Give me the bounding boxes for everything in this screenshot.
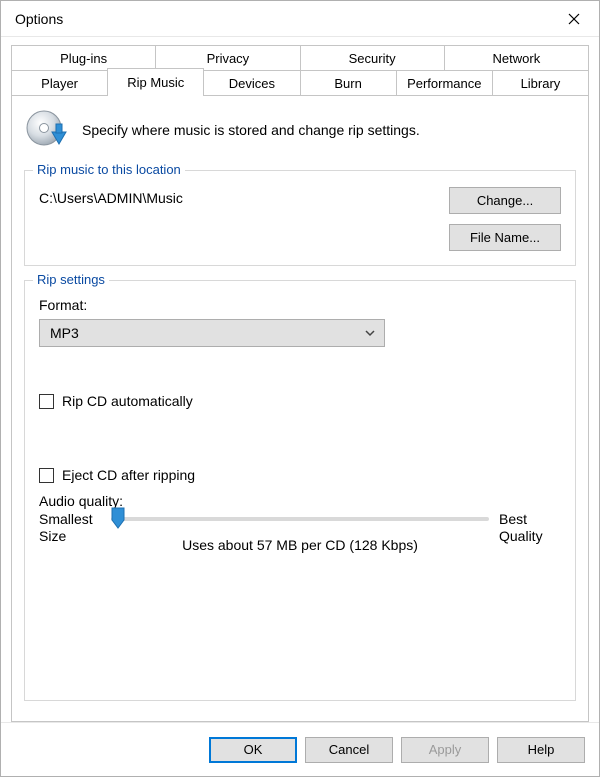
titlebar: Options	[1, 1, 599, 37]
tab-performance[interactable]: Performance	[396, 70, 493, 96]
file-name-button[interactable]: File Name...	[449, 224, 561, 251]
eject-checkbox[interactable]	[39, 468, 54, 483]
apply-button: Apply	[401, 737, 489, 763]
rip-auto-row: Rip CD automatically	[39, 393, 561, 409]
help-button[interactable]: Help	[497, 737, 585, 763]
change-location-button[interactable]: Change...	[449, 187, 561, 214]
rip-disc-icon	[24, 108, 68, 152]
format-dropdown-value: MP3	[50, 325, 79, 341]
close-icon	[568, 13, 580, 25]
tab-security[interactable]: Security	[300, 45, 445, 71]
tab-player[interactable]: Player	[11, 70, 108, 96]
slider-label-smallest: Smallest Size	[39, 511, 101, 545]
window-title: Options	[15, 11, 63, 27]
tab-control: Plug-ins Privacy Security Network Player…	[11, 45, 589, 722]
tab-devices[interactable]: Devices	[203, 70, 300, 96]
ok-button[interactable]: OK	[209, 737, 297, 763]
audio-quality-slider-wrap: Smallest Size Uses abou	[39, 511, 561, 553]
format-label: Format:	[39, 297, 561, 313]
dialog-button-bar: OK Cancel Apply Help	[1, 722, 599, 776]
audio-quality-slider-track[interactable]	[111, 517, 489, 521]
header-description: Specify where music is stored and change…	[82, 122, 420, 138]
audio-quality-info: Uses about 57 MB per CD (128 Kbps)	[111, 537, 489, 553]
tab-network[interactable]: Network	[444, 45, 589, 71]
tab-burn[interactable]: Burn	[300, 70, 397, 96]
chevron-down-icon	[364, 327, 376, 339]
rip-location-path: C:\Users\ADMIN\Music	[39, 187, 183, 206]
tab-panel-rip-music: Specify where music is stored and change…	[11, 95, 589, 722]
slider-label-best: Best Quality	[499, 511, 561, 545]
rip-auto-checkbox[interactable]	[39, 394, 54, 409]
eject-label: Eject CD after ripping	[62, 467, 195, 483]
rip-auto-label: Rip CD automatically	[62, 393, 193, 409]
tab-library[interactable]: Library	[492, 70, 589, 96]
cancel-button[interactable]: Cancel	[305, 737, 393, 763]
close-button[interactable]	[559, 7, 589, 31]
eject-row: Eject CD after ripping	[39, 467, 561, 483]
group-rip-location-legend: Rip music to this location	[33, 162, 185, 177]
group-rip-settings: Rip settings Format: MP3 Rip CD automati…	[24, 280, 576, 701]
tab-rip-music[interactable]: Rip Music	[107, 68, 204, 96]
options-dialog: Options Plug-ins Privacy Security Networ…	[0, 0, 600, 777]
group-rip-location: Rip music to this location C:\Users\ADMI…	[24, 170, 576, 266]
format-dropdown[interactable]: MP3	[39, 319, 385, 347]
audio-quality-slider-thumb[interactable]	[111, 507, 125, 529]
group-rip-settings-legend: Rip settings	[33, 272, 109, 287]
